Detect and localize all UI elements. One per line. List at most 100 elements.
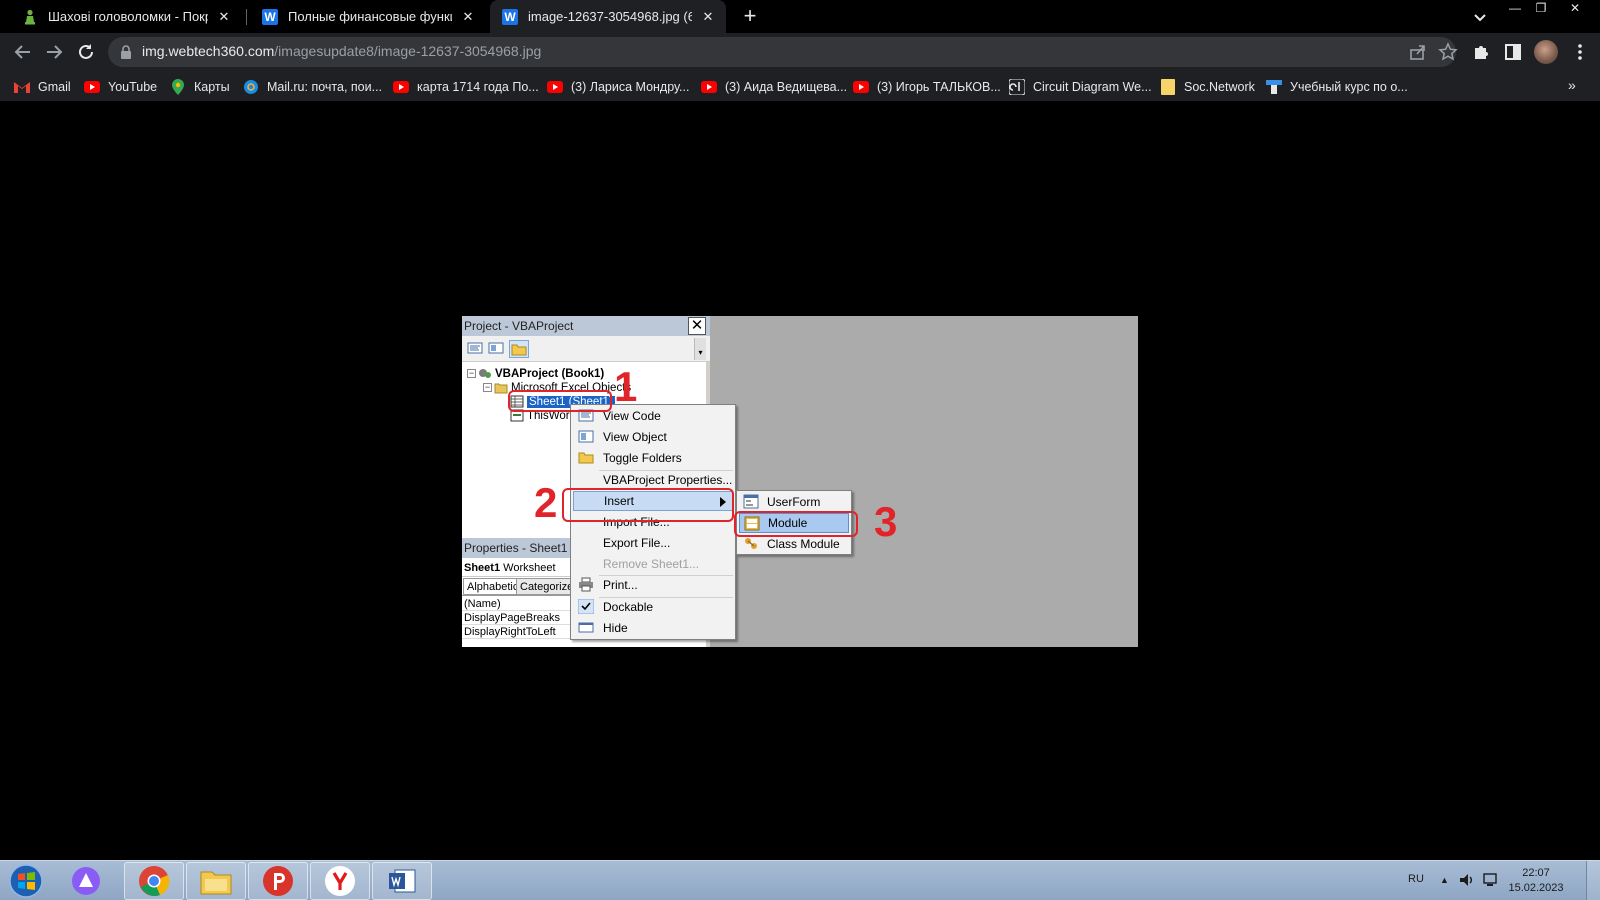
bookmarks-overflow-button[interactable]: » bbox=[1568, 77, 1576, 93]
context-menu: View Code View Object Toggle Folders VBA… bbox=[570, 404, 736, 640]
network-icon[interactable] bbox=[1482, 871, 1500, 892]
userform-icon bbox=[743, 494, 759, 509]
tab-search-chevron-icon[interactable] bbox=[1470, 8, 1490, 26]
menu-label: Toggle Folders bbox=[603, 451, 682, 465]
tab-close-icon[interactable]: ✕ bbox=[460, 9, 476, 25]
new-tab-button[interactable]: + bbox=[738, 5, 762, 29]
bookmark-youtube[interactable]: YouTube bbox=[84, 77, 157, 97]
bookmark-soc-network[interactable]: Soc.Network bbox=[1160, 77, 1255, 97]
address-bar[interactable]: img.webtech360.com/imagesupdate8/image-1… bbox=[108, 37, 1458, 67]
tab-image-active[interactable]: W image-12637-3054968.jpg (680× ✕ bbox=[490, 0, 726, 33]
toggle-folders-tool-icon[interactable] bbox=[509, 340, 529, 358]
profile-avatar[interactable] bbox=[1534, 40, 1558, 64]
annotation-number-1: 1 bbox=[614, 363, 638, 410]
view-object-tool-icon[interactable] bbox=[487, 340, 507, 358]
bookmark-training-course[interactable]: Учебный курс по о... bbox=[1266, 77, 1408, 97]
properties-object-name: Sheet1 bbox=[464, 562, 501, 574]
tab-close-icon[interactable]: ✕ bbox=[700, 9, 716, 25]
menu-item-view-object[interactable]: View Object bbox=[573, 427, 733, 447]
menu-label: Export File... bbox=[603, 536, 671, 550]
tab-chess-puzzles[interactable]: Шахові головоломки - Покращ ✕ bbox=[10, 0, 242, 33]
submenu-item-class-module[interactable]: Class Module bbox=[739, 534, 849, 554]
tree-vbaproject[interactable]: VBAProject (Book1) bbox=[478, 366, 604, 381]
file-explorer-icon[interactable] bbox=[186, 862, 246, 900]
youtube-icon bbox=[393, 79, 409, 95]
menu-item-export-file[interactable]: Export File... bbox=[573, 533, 733, 553]
bookmark-star-icon[interactable] bbox=[1438, 42, 1458, 62]
tab-title: image-12637-3054968.jpg (680× bbox=[528, 9, 692, 24]
tab-close-icon[interactable]: ✕ bbox=[216, 9, 232, 25]
menu-item-toggle-folders[interactable]: Toggle Folders bbox=[573, 448, 733, 468]
tab-financial-functions[interactable]: W Полные финансовые функции в ✕ bbox=[250, 0, 486, 33]
menu-label: View Object bbox=[603, 430, 667, 444]
view-code-tool-icon[interactable] bbox=[466, 340, 486, 358]
show-desktop-button[interactable] bbox=[1586, 861, 1600, 900]
annotation-box-insert bbox=[562, 488, 734, 522]
submenu-item-userform[interactable]: UserForm bbox=[739, 492, 849, 512]
vba-project-icon bbox=[478, 367, 492, 380]
screen: Шахові головоломки - Покращ ✕ W Полные ф… bbox=[0, 0, 1600, 900]
bookmark-gmail[interactable]: Gmail bbox=[14, 77, 71, 97]
bookmark-larisa[interactable]: (3) Лариса Мондру... bbox=[547, 77, 689, 97]
system-clock[interactable]: 22:07 15.02.2023 bbox=[1500, 866, 1572, 896]
bookmark-circuit-diagram[interactable]: Circuit Diagram We... bbox=[1009, 77, 1152, 97]
folder-icon bbox=[1160, 79, 1176, 95]
folder-icon bbox=[578, 450, 594, 465]
close-icon[interactable]: ✕ bbox=[688, 317, 706, 335]
bookmark-label: (3) Игорь ТАЛЬКОВ... bbox=[877, 80, 1001, 94]
menu-item-remove-sheet: Remove Sheet1... bbox=[573, 554, 733, 574]
menu-item-project-properties[interactable]: VBAProject Properties... bbox=[573, 470, 733, 490]
bookmark-mailru[interactable]: Mail.ru: почта, пои... bbox=[243, 77, 382, 97]
restore-button[interactable]: ❐ bbox=[1528, 0, 1554, 17]
share-icon[interactable] bbox=[1408, 42, 1428, 62]
class-module-icon bbox=[743, 536, 759, 551]
view-object-icon bbox=[578, 429, 594, 444]
reload-icon[interactable] bbox=[75, 41, 97, 63]
menu-item-hide[interactable]: Hide bbox=[573, 618, 733, 638]
toolbar-scroll-handle[interactable]: ▾ bbox=[694, 338, 706, 360]
menu-label: Print... bbox=[603, 578, 638, 592]
bookmark-igor[interactable]: (3) Игорь ТАЛЬКОВ... bbox=[853, 77, 1001, 97]
bookmark-maps[interactable]: Карты bbox=[170, 77, 230, 97]
menu-kebab-icon[interactable] bbox=[1570, 42, 1590, 62]
volume-icon[interactable] bbox=[1458, 871, 1476, 892]
yandex-browser-icon[interactable] bbox=[310, 862, 370, 900]
close-window-button[interactable]: ✕ bbox=[1560, 0, 1590, 17]
lock-icon[interactable] bbox=[120, 45, 132, 59]
collapse-folder-icon[interactable]: − bbox=[483, 383, 492, 392]
tab-alphabetic[interactable]: Alphabetic bbox=[463, 578, 523, 595]
clock-date: 15.02.2023 bbox=[1508, 882, 1564, 894]
clock-time: 22:07 bbox=[1522, 867, 1550, 879]
menu-item-print[interactable]: Print... bbox=[573, 575, 733, 595]
vba-editor-screenshot: Project - VBAProject ✕ ▾ − VBAProject (B… bbox=[462, 316, 1138, 647]
bookmark-map-1714[interactable]: карта 1714 года По... bbox=[393, 77, 539, 97]
bookmark-label: Учебный курс по о... bbox=[1290, 80, 1408, 94]
tab-title: Шахові головоломки - Покращ bbox=[48, 9, 208, 24]
url-host: img.webtech360.com bbox=[142, 43, 275, 59]
bookmark-aida[interactable]: (3) Аида Ведищева... bbox=[701, 77, 847, 97]
word-taskbar-icon[interactable] bbox=[372, 862, 432, 900]
project-explorer-title: Project - VBAProject bbox=[462, 316, 710, 336]
side-panel-icon[interactable] bbox=[1503, 42, 1523, 62]
menu-item-dockable[interactable]: Dockable bbox=[573, 597, 733, 617]
bookmark-label: Gmail bbox=[38, 80, 71, 94]
minimize-button[interactable]: — bbox=[1502, 0, 1528, 17]
menu-label: UserForm bbox=[767, 495, 821, 509]
collapse-root-icon[interactable]: − bbox=[467, 369, 476, 378]
tray-overflow-arrow-icon[interactable]: ▲ bbox=[1440, 875, 1449, 885]
windows-start-icon[interactable] bbox=[6, 863, 46, 899]
tab-title: Полные финансовые функции в bbox=[288, 9, 452, 24]
forward-arrow-icon[interactable] bbox=[43, 41, 65, 63]
w-logo-icon: W bbox=[262, 8, 278, 25]
bookmark-label: Mail.ru: почта, пои... bbox=[267, 80, 383, 94]
extensions-puzzle-icon[interactable] bbox=[1471, 42, 1491, 62]
language-indicator[interactable]: RU bbox=[1408, 873, 1424, 885]
tab-strip: Шахові головоломки - Покращ ✕ W Полные ф… bbox=[0, 0, 1600, 33]
chrome-taskbar-icon[interactable] bbox=[124, 862, 184, 900]
url-text[interactable]: img.webtech360.com/imagesupdate8/image-1… bbox=[142, 43, 541, 59]
p-app-icon[interactable] bbox=[248, 862, 308, 900]
chess-pawn-icon bbox=[22, 9, 38, 25]
back-arrow-icon[interactable] bbox=[12, 41, 34, 63]
bookmark-label: Карты bbox=[194, 80, 230, 94]
alice-assistant-icon[interactable] bbox=[56, 862, 116, 900]
